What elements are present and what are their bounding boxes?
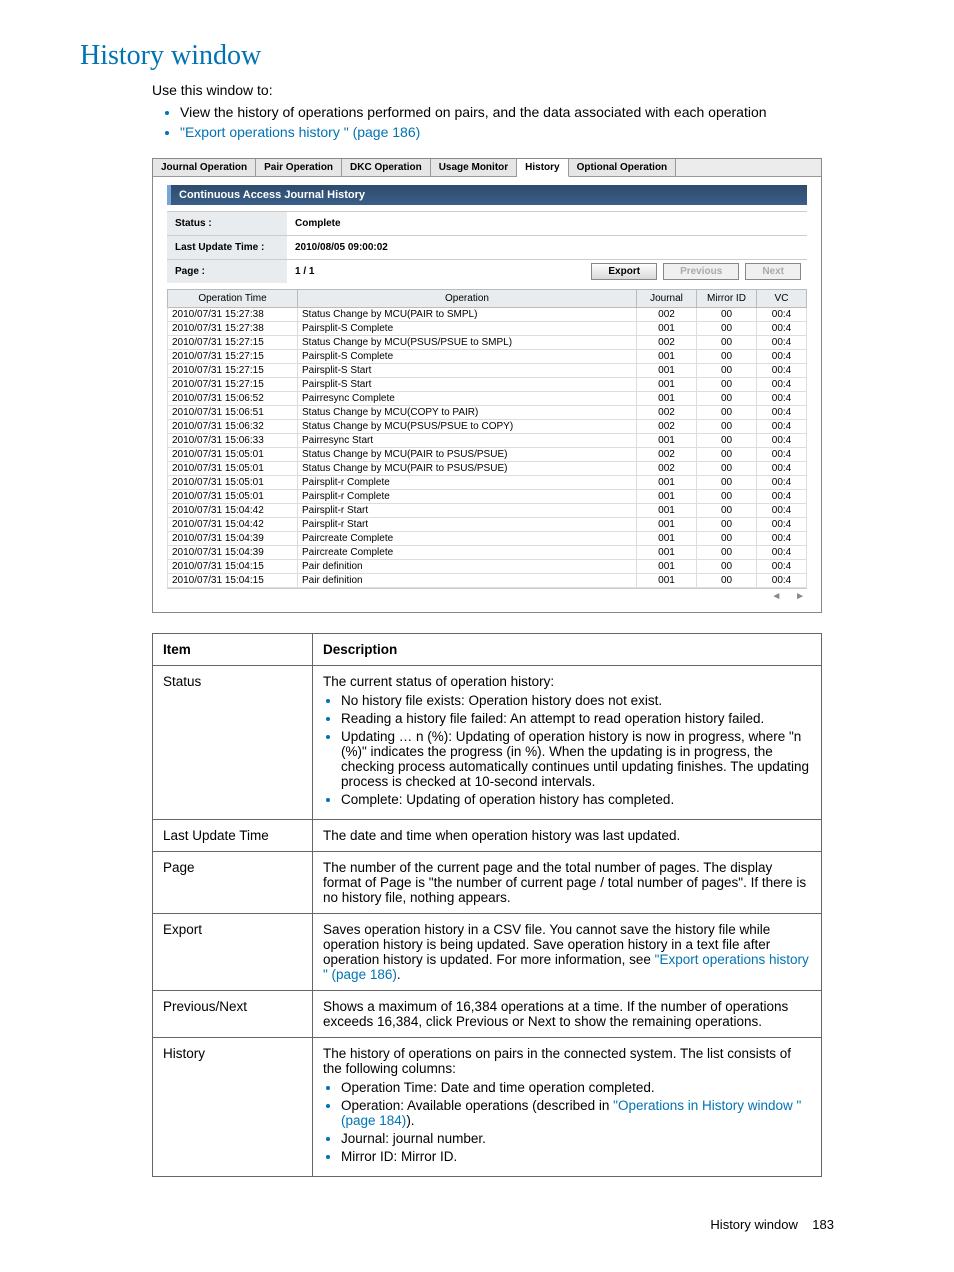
history-col-header: Operation (298, 290, 637, 308)
status-value: Complete (287, 212, 807, 235)
desc-text: The history of operations on pairs in th… (313, 1038, 822, 1177)
desc-bullet: Mirror ID: Mirror ID. (341, 1149, 811, 1164)
desc-item: Status (153, 666, 313, 820)
table-row[interactable]: 2010/07/31 15:04:39Paircreate Complete00… (168, 532, 807, 546)
desc-text: The date and time when operation history… (313, 820, 822, 852)
page-value: 1 / 1 (287, 260, 591, 283)
footer-page: 183 (812, 1217, 834, 1232)
desc-text: The current status of operation history:… (313, 666, 822, 820)
table-row[interactable]: 2010/07/31 15:06:52Pairresync Complete00… (168, 392, 807, 406)
last-update-label: Last Update Time : (167, 236, 287, 259)
desc-header-desc: Description (313, 634, 822, 666)
table-row[interactable]: 2010/07/31 15:27:38Pairsplit-S Complete0… (168, 322, 807, 336)
desc-row: HistoryThe history of operations on pair… (153, 1038, 822, 1177)
intro-lead: Use this window to: (152, 82, 894, 98)
desc-bullet: Operation: Available operations (describ… (341, 1098, 811, 1128)
desc-bullet: Complete: Updating of operation history … (341, 792, 811, 807)
desc-row: Last Update TimeThe date and time when o… (153, 820, 822, 852)
history-col-header: Operation Time (168, 290, 298, 308)
page-label: Page : (167, 260, 287, 283)
table-row[interactable]: 2010/07/31 15:04:15Pair definition001000… (168, 560, 807, 574)
table-row[interactable]: 2010/07/31 15:27:15Pairsplit-S Start0010… (168, 378, 807, 392)
description-table: Item Description StatusThe current statu… (152, 633, 822, 1177)
table-row[interactable]: 2010/07/31 15:04:42Pairsplit-r Start0010… (168, 518, 807, 532)
desc-row: ExportSaves operation history in a CSV f… (153, 914, 822, 991)
table-row[interactable]: 2010/07/31 15:06:32Status Change by MCU(… (168, 420, 807, 434)
table-row[interactable]: 2010/07/31 15:06:33Pairresync Start00100… (168, 434, 807, 448)
tab-bar: Journal OperationPair OperationDKC Opera… (153, 159, 821, 177)
table-row[interactable]: 2010/07/31 15:27:15Pairsplit-S Start0010… (168, 364, 807, 378)
intro-block: Use this window to: View the history of … (152, 82, 894, 140)
scroll-corner: ◄ ► (167, 588, 807, 602)
desc-row: PageThe number of the current page and t… (153, 852, 822, 914)
table-row[interactable]: 2010/07/31 15:27:15Status Change by MCU(… (168, 336, 807, 350)
panel-title: Continuous Access Journal History (167, 185, 807, 205)
history-window-screenshot: Journal OperationPair OperationDKC Opera… (152, 158, 822, 613)
footer-label: History window (710, 1217, 797, 1232)
desc-bullet: Updating … n (%): Updating of operation … (341, 729, 811, 789)
desc-text: The number of the current page and the t… (313, 852, 822, 914)
table-row[interactable]: 2010/07/31 15:05:01Status Change by MCU(… (168, 462, 807, 476)
table-row[interactable]: 2010/07/31 15:27:38Status Change by MCU(… (168, 308, 807, 322)
desc-item: Last Update Time (153, 820, 313, 852)
table-row[interactable]: 2010/07/31 15:04:39Paircreate Complete00… (168, 546, 807, 560)
next-button[interactable]: Next (745, 263, 801, 280)
intro-item: "Export operations history " (page 186) (180, 124, 894, 140)
desc-header-item: Item (153, 634, 313, 666)
desc-row: StatusThe current status of operation hi… (153, 666, 822, 820)
table-row[interactable]: 2010/07/31 15:05:01Status Change by MCU(… (168, 448, 807, 462)
history-col-header: Journal (637, 290, 697, 308)
tab-pair-operation[interactable]: Pair Operation (256, 159, 342, 176)
desc-item: Page (153, 852, 313, 914)
tab-history[interactable]: History (517, 159, 568, 177)
tab-optional-operation[interactable]: Optional Operation (569, 159, 677, 176)
last-update-value: 2010/08/05 09:00:02 (287, 236, 807, 259)
status-label: Status : (167, 212, 287, 235)
desc-item: Previous/Next (153, 991, 313, 1038)
history-table: Operation TimeOperationJournalMirror IDV… (167, 289, 807, 588)
tab-journal-operation[interactable]: Journal Operation (153, 159, 256, 176)
table-row[interactable]: 2010/07/31 15:06:51Status Change by MCU(… (168, 406, 807, 420)
table-row[interactable]: 2010/07/31 15:05:01Pairsplit-r Complete0… (168, 476, 807, 490)
table-row[interactable]: 2010/07/31 15:04:15Pair definition001000… (168, 574, 807, 588)
history-col-header: VC (757, 290, 807, 308)
desc-text: Saves operation history in a CSV file. Y… (313, 914, 822, 991)
desc-text: Shows a maximum of 16,384 operations at … (313, 991, 822, 1038)
previous-button[interactable]: Previous (663, 263, 739, 280)
intro-item: View the history of operations performed… (180, 104, 894, 120)
export-button[interactable]: Export (591, 263, 657, 280)
desc-item: History (153, 1038, 313, 1177)
page-footer: History window 183 (80, 1217, 834, 1232)
table-row[interactable]: 2010/07/31 15:04:42Pairsplit-r Start0010… (168, 504, 807, 518)
table-row[interactable]: 2010/07/31 15:05:01Pairsplit-r Complete0… (168, 490, 807, 504)
intro-link[interactable]: "Export operations history " (page 186) (180, 124, 420, 140)
desc-item: Export (153, 914, 313, 991)
history-col-header: Mirror ID (697, 290, 757, 308)
desc-bullet: Journal: journal number. (341, 1131, 811, 1146)
tab-dkc-operation[interactable]: DKC Operation (342, 159, 431, 176)
table-row[interactable]: 2010/07/31 15:27:15Pairsplit-S Complete0… (168, 350, 807, 364)
desc-row: Previous/NextShows a maximum of 16,384 o… (153, 991, 822, 1038)
page-heading: History window (80, 40, 894, 72)
tab-usage-monitor[interactable]: Usage Monitor (431, 159, 517, 176)
desc-bullet: No history file exists: Operation histor… (341, 693, 811, 708)
desc-bullet: Operation Time: Date and time operation … (341, 1080, 811, 1095)
desc-bullet: Reading a history file failed: An attemp… (341, 711, 811, 726)
